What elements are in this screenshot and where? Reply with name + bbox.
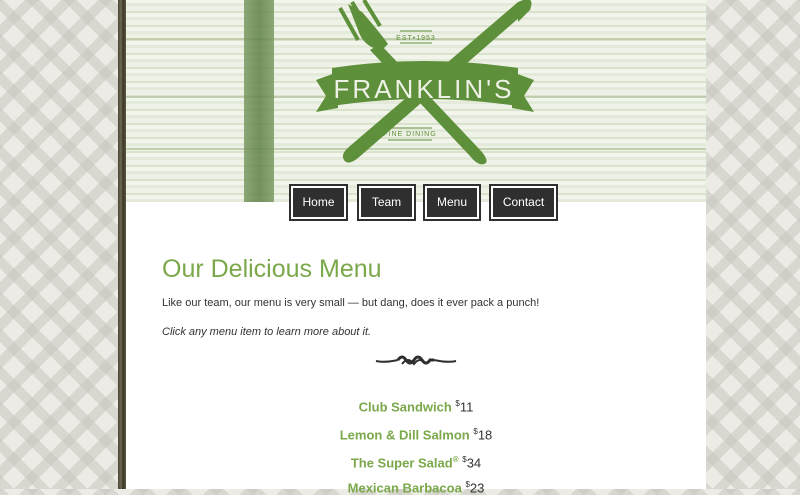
trademark-symbol: ® bbox=[452, 455, 459, 464]
tagline-text: FINE DINING bbox=[383, 131, 436, 138]
menu-item-name[interactable]: Lemon & Dill Salmon bbox=[340, 427, 470, 442]
menu-item-name[interactable]: Mexican Barbacoa bbox=[348, 480, 462, 495]
intro-text: Like our team, our menu is very small — … bbox=[162, 297, 540, 309]
brand-name: FRANKLIN'S bbox=[334, 74, 515, 104]
menu-item[interactable]: Mexican Barbacoa $23 bbox=[126, 480, 706, 495]
hero-banner: FRANKLIN'S EST•1953 FINE DINING bbox=[126, 0, 706, 202]
main-nav: Home Team Menu Contact bbox=[0, 184, 800, 221]
nav-menu-button[interactable]: Menu bbox=[423, 184, 481, 221]
menu-item-name[interactable]: Club Sandwich bbox=[359, 399, 452, 414]
menu-item[interactable]: Club Sandwich $11 bbox=[126, 399, 706, 414]
restaurant-logo: FRANKLIN'S EST•1953 FINE DINING bbox=[316, 0, 534, 165]
menu-item-name[interactable]: The Super Salad bbox=[351, 455, 453, 470]
established-text: EST•1953 bbox=[396, 35, 436, 42]
menu-item-price: 18 bbox=[477, 427, 493, 443]
nav-team-button[interactable]: Team bbox=[357, 184, 416, 221]
page-title: Our Delicious Menu bbox=[162, 255, 382, 283]
ornament-divider-icon bbox=[375, 355, 457, 366]
menu-item[interactable]: Lemon & Dill Salmon $18 bbox=[126, 427, 706, 442]
hint-text: Click any menu item to learn more about … bbox=[162, 326, 372, 338]
nav-home-button[interactable]: Home bbox=[289, 184, 348, 221]
nav-contact-button[interactable]: Contact bbox=[489, 184, 558, 221]
menu-item[interactable]: The Super Salad® $34 bbox=[126, 455, 706, 470]
frame-left-border bbox=[118, 0, 126, 489]
menu-item-price: 11 bbox=[459, 399, 474, 415]
menu-item-price: 34 bbox=[466, 455, 482, 471]
menu-item-price: 23 bbox=[469, 480, 485, 495]
